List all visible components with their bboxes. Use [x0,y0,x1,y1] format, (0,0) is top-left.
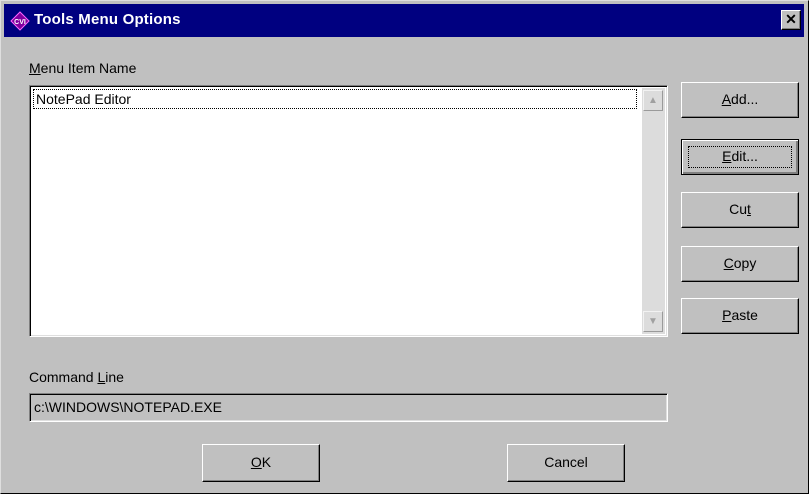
window-title: Tools Menu Options [34,11,181,28]
command-line-field[interactable]: c:\WINDOWS\NOTEPAD.EXE [29,393,668,422]
scroll-up-button[interactable]: ▲ [643,90,663,111]
triangle-down-icon: ▼ [648,316,658,327]
cancel-button[interactable]: Cancel [507,444,625,482]
ok-button[interactable]: OK [202,444,320,482]
close-icon: ✕ [785,11,797,27]
menu-item-listbox[interactable]: NotePad Editor ▲ ▼ [29,85,668,337]
vertical-scrollbar[interactable]: ▲ ▼ [642,88,665,334]
close-button[interactable]: ✕ [781,10,801,30]
cut-button[interactable]: Cut [681,192,799,228]
title-bar: CVI Tools Menu Options ✕ [4,4,804,37]
list-item[interactable]: NotePad Editor [33,89,637,109]
focus-ring [688,146,792,168]
cvi-app-icon: CVI [10,11,30,31]
svg-text:CVI: CVI [14,19,26,26]
tools-menu-options-dialog: CVI Tools Menu Options ✕ Menu Item Name … [0,0,809,494]
add-button[interactable]: Add... [681,82,799,118]
command-line-label: Command Line [29,369,124,385]
edit-button[interactable]: Edit... [681,139,799,175]
menu-item-name-label: Menu Item Name [29,60,137,76]
triangle-up-icon: ▲ [648,95,658,106]
copy-button[interactable]: Copy [681,246,799,282]
scroll-down-button[interactable]: ▼ [643,311,663,332]
paste-button[interactable]: Paste [681,298,799,334]
